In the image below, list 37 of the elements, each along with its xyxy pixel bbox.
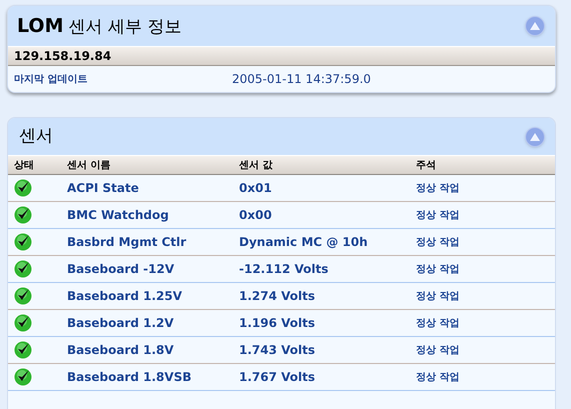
- sensor-note: 정상 작업: [416, 262, 460, 276]
- up-triangle-icon: [530, 132, 540, 140]
- up-triangle-icon: [530, 22, 540, 30]
- sensor-value: 1.274 Volts: [239, 288, 316, 305]
- sensor-note: 정상 작업: [416, 182, 460, 196]
- sensor-note: 정상 작업: [416, 370, 460, 384]
- sensor-value: Dynamic MC @ 10h: [239, 234, 369, 251]
- sensor-name: Baseboard 1.8VSB: [67, 369, 192, 386]
- sensor-note: 정상 작업: [416, 236, 460, 250]
- sensor-note: 정상 작업: [416, 316, 460, 330]
- sensor-value: 0x01: [239, 180, 273, 197]
- sensor-name: ACPI State: [67, 180, 140, 197]
- sensor-value: 0x00: [239, 207, 273, 224]
- sensor-value: 1.767 Volts: [239, 369, 316, 386]
- sensor-value: -12.112 Volts: [239, 261, 330, 278]
- sensor-note: 정상 작업: [416, 344, 460, 358]
- sensor-value: 1.196 Volts: [239, 315, 316, 332]
- sensor-note: 정상 작업: [416, 290, 460, 304]
- sensor-value: 1.743 Volts: [239, 342, 316, 359]
- field-label: 마지막 업데이트: [14, 72, 88, 86]
- host-address: 129.158.19.84: [14, 48, 112, 65]
- sensor-name: Baseboard 1.8V: [67, 342, 175, 359]
- panel-title: LOM 센서 세부 정보: [17, 14, 182, 39]
- column-header: 주석: [416, 158, 437, 172]
- collapse-button[interactable]: [525, 16, 545, 36]
- panel-title: 센서: [19, 124, 53, 148]
- sensor-name: Baseboard -12V: [67, 261, 176, 278]
- sensor-name: Basbrd Mgmt Ctlr: [67, 234, 188, 251]
- sensor-name: Baseboard 1.2V: [67, 315, 175, 332]
- column-header: 센서 이름: [67, 158, 112, 172]
- column-header: 상태: [14, 158, 35, 172]
- column-header: 센서 값: [239, 158, 274, 172]
- sensor-note: 정상 작업: [416, 208, 460, 222]
- collapse-button[interactable]: [525, 126, 545, 146]
- field-value: 2005-01-11 14:37:59.0: [232, 71, 371, 88]
- sensor-name: BMC Watchdog: [67, 207, 170, 224]
- sensor-name: Baseboard 1.25V: [67, 288, 184, 305]
